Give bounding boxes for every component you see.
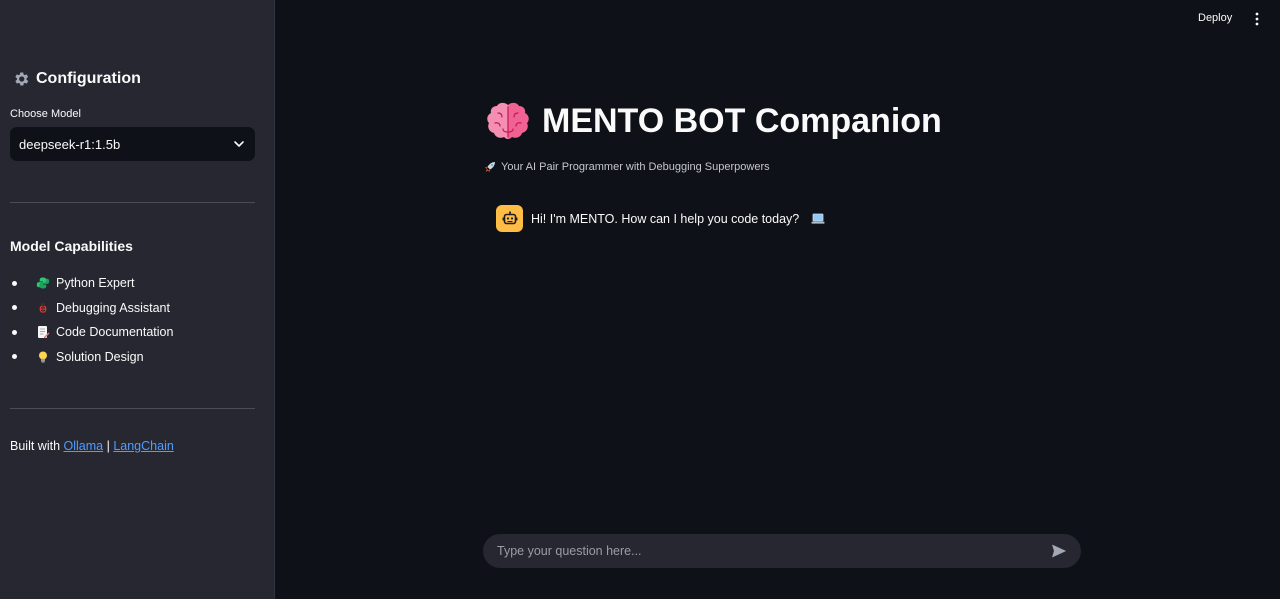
sidebar-divider xyxy=(10,408,255,409)
bullet xyxy=(12,354,17,360)
chat-message: Hi! I'm MENTO. How can I help you code t… xyxy=(496,205,825,232)
bullet xyxy=(12,305,17,311)
bullet xyxy=(12,280,17,286)
model-select-value: deepseek-r1:1.5b xyxy=(19,136,121,152)
deploy-button[interactable]: Deploy xyxy=(1190,11,1240,25)
brain-icon xyxy=(487,102,529,139)
configuration-title: Configuration xyxy=(36,70,141,87)
assistant-avatar xyxy=(496,205,523,232)
chat-input[interactable] xyxy=(497,544,1051,558)
send-icon[interactable] xyxy=(1051,543,1067,559)
list-item: Solution Design xyxy=(10,345,173,370)
capability-label: Python Expert xyxy=(56,276,135,291)
laptop-icon xyxy=(811,213,825,224)
python-icon xyxy=(36,277,50,289)
capability-label: Code Documentation xyxy=(56,325,174,340)
lightbulb-icon xyxy=(39,351,47,363)
capability-label: Solution Design xyxy=(56,349,144,364)
page-title: MENTO BOT Companion xyxy=(486,101,942,141)
sidebar-divider xyxy=(10,202,255,203)
link-separator: | xyxy=(106,439,110,453)
page-title-text: MENTO BOT Companion xyxy=(542,101,942,140)
capabilities-heading: Model Capabilities xyxy=(10,238,133,254)
chat-message-text: Hi! I'm MENTO. How can I help you code t… xyxy=(531,211,800,226)
built-with-footer: Built with Ollama | LangChain xyxy=(10,439,174,453)
page-subtitle-text: Your AI Pair Programmer with Debugging S… xyxy=(501,161,770,173)
configuration-heading: Configuration xyxy=(12,70,141,88)
chevron-down-icon xyxy=(234,141,244,147)
ollama-link[interactable]: Ollama xyxy=(64,439,104,453)
kebab-menu-icon[interactable] xyxy=(1250,11,1264,27)
capability-label: Debugging Assistant xyxy=(56,300,170,315)
sidebar: Configuration Choose Model deepseek-r1:1… xyxy=(0,0,275,599)
model-select-label: Choose Model xyxy=(10,108,81,120)
langchain-link[interactable]: LangChain xyxy=(113,439,173,453)
rocket-icon xyxy=(485,162,495,172)
model-select[interactable]: deepseek-r1:1.5b xyxy=(10,127,255,161)
built-with-text: Built with xyxy=(10,439,61,453)
bullet xyxy=(12,329,17,335)
gear-icon xyxy=(15,72,29,86)
memo-icon xyxy=(38,326,50,339)
list-item: Code Documentation xyxy=(10,320,173,345)
list-item: Python Expert xyxy=(10,271,173,296)
list-item: Debugging Assistant xyxy=(10,296,173,321)
robot-icon xyxy=(502,210,517,224)
bug-icon xyxy=(39,302,47,313)
capabilities-list: Python Expert Debugging Assistant Code D… xyxy=(10,271,173,369)
page-subtitle: Your AI Pair Programmer with Debugging S… xyxy=(484,161,770,173)
chat-input-bar xyxy=(483,534,1081,568)
